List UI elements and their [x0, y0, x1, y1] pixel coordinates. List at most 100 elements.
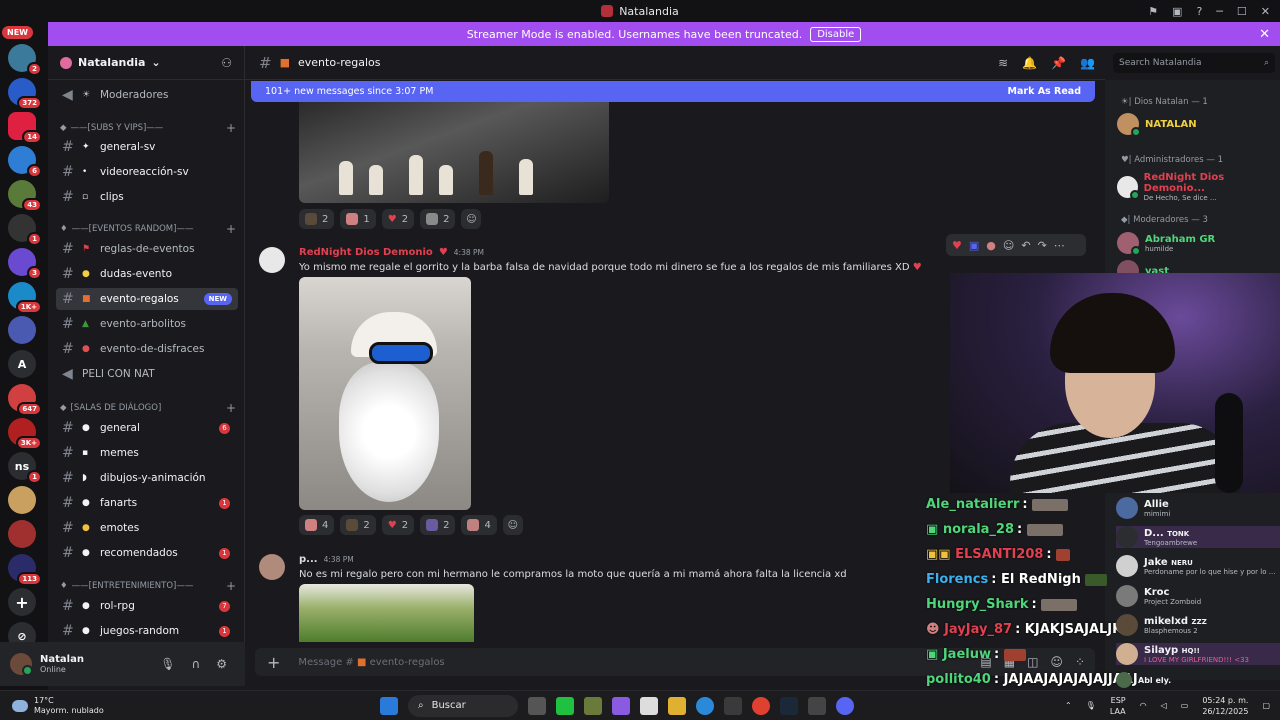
server-icon[interactable]: 43 [8, 180, 42, 212]
server-icon[interactable] [8, 486, 36, 514]
inbox-icon[interactable]: ⚑ [1148, 5, 1158, 18]
gear-icon[interactable]: ⚙ [216, 657, 227, 671]
moto-photo[interactable] [299, 584, 474, 642]
reaction[interactable]: ♥ 2 [381, 209, 415, 229]
channel-regalos[interactable]: # ■ evento-regalos NEW [56, 288, 238, 310]
add-channel-icon[interactable]: + [226, 222, 236, 236]
pin-icon[interactable]: 📌 [1051, 56, 1066, 70]
reply-icon[interactable]: ↶ [1021, 239, 1030, 252]
server-icon[interactable]: 372 [8, 78, 42, 110]
author-name[interactable]: RedNight Dios Demonio [299, 247, 433, 258]
headphones-icon[interactable]: ∩ [191, 657, 200, 671]
server-icon[interactable]: 113 [8, 554, 42, 586]
app-icon[interactable] [724, 696, 742, 715]
server-icon[interactable]: 6 [8, 146, 42, 178]
feed-item[interactable]: Allie mimimi [1116, 497, 1170, 519]
channel-rolrpg[interactable]: # ● rol-rpg 7 [56, 595, 238, 617]
server-icon-a[interactable]: A [8, 350, 36, 378]
steam-icon[interactable] [780, 696, 798, 715]
notification-icon[interactable]: ▢ [1262, 701, 1270, 710]
add-channel-icon[interactable]: + [226, 401, 236, 415]
message-author[interactable]: RedNight Dios Demonio ♥ 4:38 PM [299, 247, 484, 258]
feed-item[interactable]: D... TONK Tengoambrewe [1116, 526, 1280, 548]
close-window-button[interactable]: ✕ [1261, 5, 1270, 18]
channel-clips[interactable]: # ▫ clips [56, 186, 238, 208]
server-header[interactable]: Natalandia ⌄ ⚇ [48, 46, 244, 80]
member-item[interactable]: RedNight Dios Demonio... De Hecho, Se dic… [1117, 172, 1280, 202]
channel-memes[interactable]: # ▪ memes [56, 442, 238, 464]
member-item[interactable]: Abraham GR humilde [1117, 232, 1215, 256]
reaction[interactable]: 2 [340, 515, 376, 535]
microphone-icon[interactable]: 🎙 [1086, 701, 1096, 710]
server-icon[interactable]: 647 [8, 384, 42, 416]
server-icon[interactable]: 3 [8, 248, 42, 280]
edge-icon[interactable] [696, 696, 714, 715]
add-channel-icon[interactable]: + [226, 121, 236, 135]
disable-button[interactable]: Disable [810, 26, 862, 42]
chess-image[interactable] [299, 102, 609, 203]
avatar[interactable] [10, 653, 33, 676]
santa-photo[interactable] [299, 277, 471, 510]
server-icon[interactable]: 2 [8, 44, 42, 76]
app-icon[interactable] [584, 696, 602, 715]
avatar[interactable] [259, 247, 285, 273]
taskbar-search[interactable]: ⌕ Buscar [408, 694, 518, 717]
server-icon[interactable]: 14 [8, 112, 42, 144]
author-name[interactable]: p... [299, 554, 318, 565]
screen-icon[interactable]: ▣ [1172, 5, 1182, 18]
emote-icon[interactable]: ● [986, 239, 996, 252]
add-server-icon[interactable]: + [8, 588, 36, 616]
server-icon[interactable]: 1 [8, 214, 42, 246]
server-icon[interactable]: 1K+ [8, 282, 42, 314]
threads-icon[interactable]: ≋ [998, 56, 1008, 70]
reaction[interactable]: 4 [461, 515, 497, 535]
channel-general[interactable]: # ● general 6 [56, 417, 238, 439]
discord-icon[interactable] [836, 696, 854, 715]
chevron-up-icon[interactable]: ⌃ [1065, 701, 1072, 710]
battery-icon[interactable]: ▭ [1181, 701, 1189, 710]
reaction[interactable]: 2 [420, 209, 456, 229]
add-reaction-button[interactable]: ☺ [461, 209, 482, 229]
add-channel-icon[interactable]: + [226, 579, 236, 593]
store-icon[interactable] [640, 696, 658, 715]
language-indicator[interactable]: ESP LAA [1110, 695, 1126, 717]
close-banner-icon[interactable]: ✕ [1259, 27, 1270, 42]
maximize-button[interactable]: ☐ [1237, 5, 1247, 18]
more-icon[interactable]: ⋯ [1054, 239, 1065, 252]
clock[interactable]: 05:24 p. m. 26/12/2025 [1202, 695, 1248, 717]
microphone-icon[interactable]: 🎙 [160, 657, 175, 671]
task-view-icon[interactable] [528, 696, 546, 715]
server-icon-ns[interactable]: ns 1 [8, 452, 42, 484]
message-author[interactable]: p... 4:38 PM [299, 554, 354, 565]
start-icon[interactable] [380, 696, 398, 715]
feed-item[interactable]: mikelxd ZZZ Blasphemous 2 [1116, 614, 1207, 636]
channel-fanarts[interactable]: # ● fanarts 1 [56, 492, 238, 514]
minimize-button[interactable]: ─ [1216, 5, 1223, 18]
reaction[interactable]: 1 [340, 209, 376, 229]
channel-recomendados[interactable]: # ● recomendados 1 [56, 542, 238, 564]
channel-dudas[interactable]: # ● dudas-evento [56, 263, 238, 285]
add-reaction-button[interactable]: ☺ [502, 515, 523, 535]
reaction[interactable]: 2 [299, 209, 335, 229]
copilot-icon[interactable] [612, 696, 630, 715]
category-salas[interactable]: ◆ [SALAS DE DIÁLOGO] + [60, 401, 236, 415]
help-icon[interactable]: ? [1196, 5, 1202, 18]
forward-icon[interactable]: ↷ [1038, 239, 1047, 252]
folder-icon[interactable] [668, 696, 686, 715]
category-subs[interactable]: ◆ ——[SUBS Y VIPS]—— + [60, 121, 236, 135]
server-icon[interactable] [8, 316, 36, 344]
mark-as-read-button[interactable]: Mark As Read [1008, 86, 1081, 97]
bell-icon[interactable]: 🔔 [1022, 56, 1037, 70]
channel-reglas[interactable]: # ⚑ reglas-de-eventos [56, 238, 238, 260]
letter-a-emoji-icon[interactable]: ▣ [969, 239, 979, 252]
channel-videoreaccion[interactable]: # • videoreacción-sv [56, 161, 238, 183]
volume-icon[interactable]: ◁ [1161, 701, 1167, 710]
category-entretenimiento[interactable]: ♦ ——[ENTRETENIMIENTO]—— + [60, 579, 236, 593]
category-eventos[interactable]: ♦ ——[EVENTOS RANDOM]—— + [60, 222, 236, 236]
channel-juegos[interactable]: # ● juegos-random 1 [56, 620, 238, 642]
weather-widget[interactable]: 17°C Mayorm. nublado [12, 696, 104, 716]
heart-icon[interactable]: ♥ [952, 239, 962, 252]
reaction[interactable]: 4 [299, 515, 335, 535]
channel-peli[interactable]: ◀ PELI CON NAT [56, 363, 238, 385]
feed-item[interactable]: Silayp HQ!! I LOVE MY GIRLFRIEND!!! <33 [1116, 643, 1280, 665]
